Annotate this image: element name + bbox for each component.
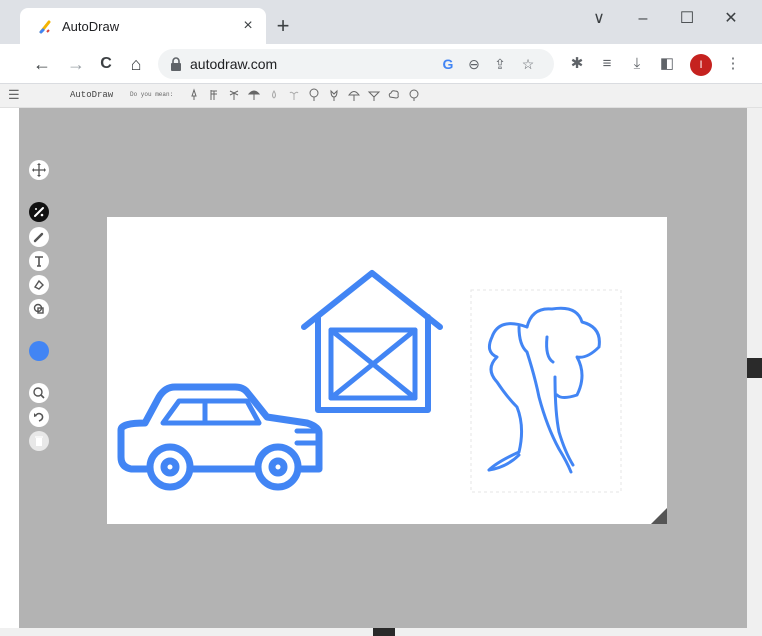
suggestion-tulip-icon[interactable]	[327, 88, 341, 102]
suggestion-tree-icon[interactable]	[307, 88, 321, 102]
tab-search-button[interactable]: ∨	[584, 8, 614, 30]
barn-drawing[interactable]	[301, 270, 443, 413]
tab-strip: AutoDraw × + ∨ – ☐ ✕	[0, 0, 762, 44]
zoom-icon[interactable]: ⊖	[464, 54, 484, 74]
vertical-scrollbar[interactable]	[747, 108, 762, 636]
lock-icon	[171, 57, 181, 71]
zoom-in-icon	[33, 387, 45, 399]
undo-tool[interactable]	[29, 407, 49, 427]
app-brand: AutoDraw	[70, 90, 114, 100]
canvas-drawings	[117, 270, 622, 493]
suggestion-tree-3-icon[interactable]	[367, 88, 381, 102]
horizontal-scrollbar[interactable]	[0, 628, 762, 636]
tab-close-button[interactable]: ×	[238, 16, 258, 36]
bookmark-star-icon[interactable]: ☆	[518, 54, 538, 74]
pencil-icon	[33, 232, 44, 243]
hamburger-icon[interactable]: ☰	[8, 87, 24, 103]
type-tool[interactable]	[29, 251, 49, 271]
trash-icon	[35, 436, 43, 446]
reading-list-icon[interactable]: ≡	[596, 53, 618, 75]
car-drawing[interactable]	[117, 383, 323, 491]
maximize-button[interactable]: ☐	[672, 8, 702, 30]
autodraw-tool[interactable]	[29, 202, 49, 222]
minimize-button[interactable]: –	[628, 8, 658, 30]
address-bar[interactable]: autodraw.com G ⊖ ⇪ ☆	[158, 49, 554, 79]
fill-icon	[33, 279, 44, 290]
home-button[interactable]: ⌂	[124, 52, 148, 76]
shape-icon	[33, 303, 44, 314]
zoom-tool[interactable]	[29, 383, 49, 403]
google-lens-icon[interactable]: G	[438, 54, 458, 74]
shape-tool[interactable]	[29, 299, 49, 319]
autodraw-icon	[34, 207, 44, 217]
profile-avatar[interactable]: I	[690, 54, 712, 76]
share-icon[interactable]: ⇪	[490, 54, 510, 74]
suggestion-palm-tree-icon[interactable]	[227, 88, 241, 102]
undo-icon	[34, 412, 44, 422]
suggestion-flag-icon[interactable]	[207, 88, 221, 102]
color-picker[interactable]	[29, 341, 49, 361]
scroll-thumb[interactable]	[747, 358, 762, 378]
tab-title: AutoDraw	[62, 19, 120, 34]
tab-autodraw[interactable]: AutoDraw ×	[20, 8, 266, 44]
suggestion-lollipop-icon[interactable]	[407, 88, 421, 102]
back-button[interactable]: ←	[30, 52, 54, 76]
suggestion-umbrella-icon[interactable]	[247, 88, 261, 102]
move-icon	[32, 163, 46, 177]
text-icon	[35, 256, 43, 267]
chrome-menu-icon[interactable]: ⋮	[722, 53, 744, 75]
autodraw-favicon-icon	[39, 20, 51, 34]
autodraw-toolbar: ☰ AutoDraw Do you mean:	[0, 84, 762, 108]
selection-box	[470, 289, 622, 493]
extensions-icon[interactable]: ✱	[566, 53, 588, 75]
tree-scribble-drawing[interactable]	[487, 306, 601, 474]
suggestion-lamp-icon[interactable]	[187, 88, 201, 102]
suggestion-tree-2-icon[interactable]	[347, 88, 361, 102]
fill-tool[interactable]	[29, 275, 49, 295]
new-tab-button[interactable]: +	[272, 15, 294, 38]
side-panel-icon[interactable]: ◧	[656, 53, 678, 75]
suggestion-drop-icon[interactable]	[267, 88, 281, 102]
move-tool[interactable]	[29, 160, 49, 180]
suggestion-cloud-icon[interactable]	[387, 88, 401, 102]
suggestion-sprout-icon[interactable]	[287, 88, 301, 102]
delete-tool[interactable]	[29, 431, 49, 451]
suggestion-prompt: Do you mean:	[130, 91, 174, 98]
download-icon[interactable]: ⤓	[626, 53, 648, 75]
url-text[interactable]: autodraw.com	[190, 56, 277, 72]
reload-button[interactable]: C	[94, 52, 118, 76]
draw-tool[interactable]	[29, 227, 49, 247]
scroll-thumb-horizontal[interactable]	[373, 628, 395, 636]
drawing-canvas[interactable]	[107, 217, 667, 524]
close-window-button[interactable]: ✕	[716, 8, 746, 30]
browser-toolbar: ← → C ⌂ autodraw.com G ⊖ ⇪ ☆ ✱ ≡ ⤓ ◧ ⋮	[0, 44, 762, 84]
canvas-resize-handle[interactable]	[651, 508, 667, 524]
forward-button[interactable]: →	[64, 52, 88, 76]
